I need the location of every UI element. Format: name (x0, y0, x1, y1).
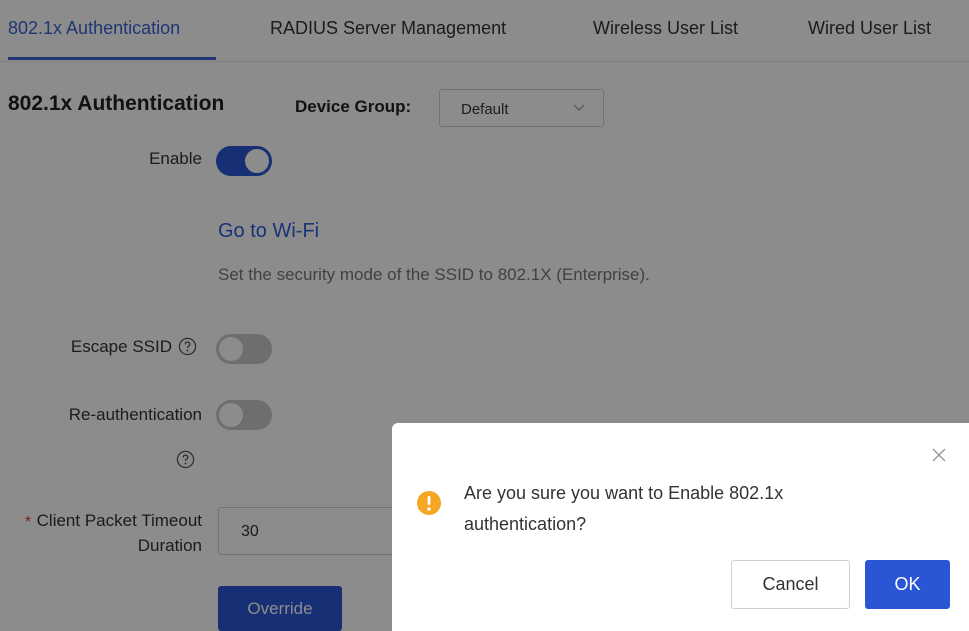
ok-button[interactable]: OK (865, 560, 950, 609)
warning-icon (417, 491, 441, 515)
close-icon[interactable] (931, 447, 947, 463)
dialog-message: Are you sure you want to Enable 802.1x a… (464, 483, 784, 534)
cancel-button[interactable]: Cancel (731, 560, 850, 609)
